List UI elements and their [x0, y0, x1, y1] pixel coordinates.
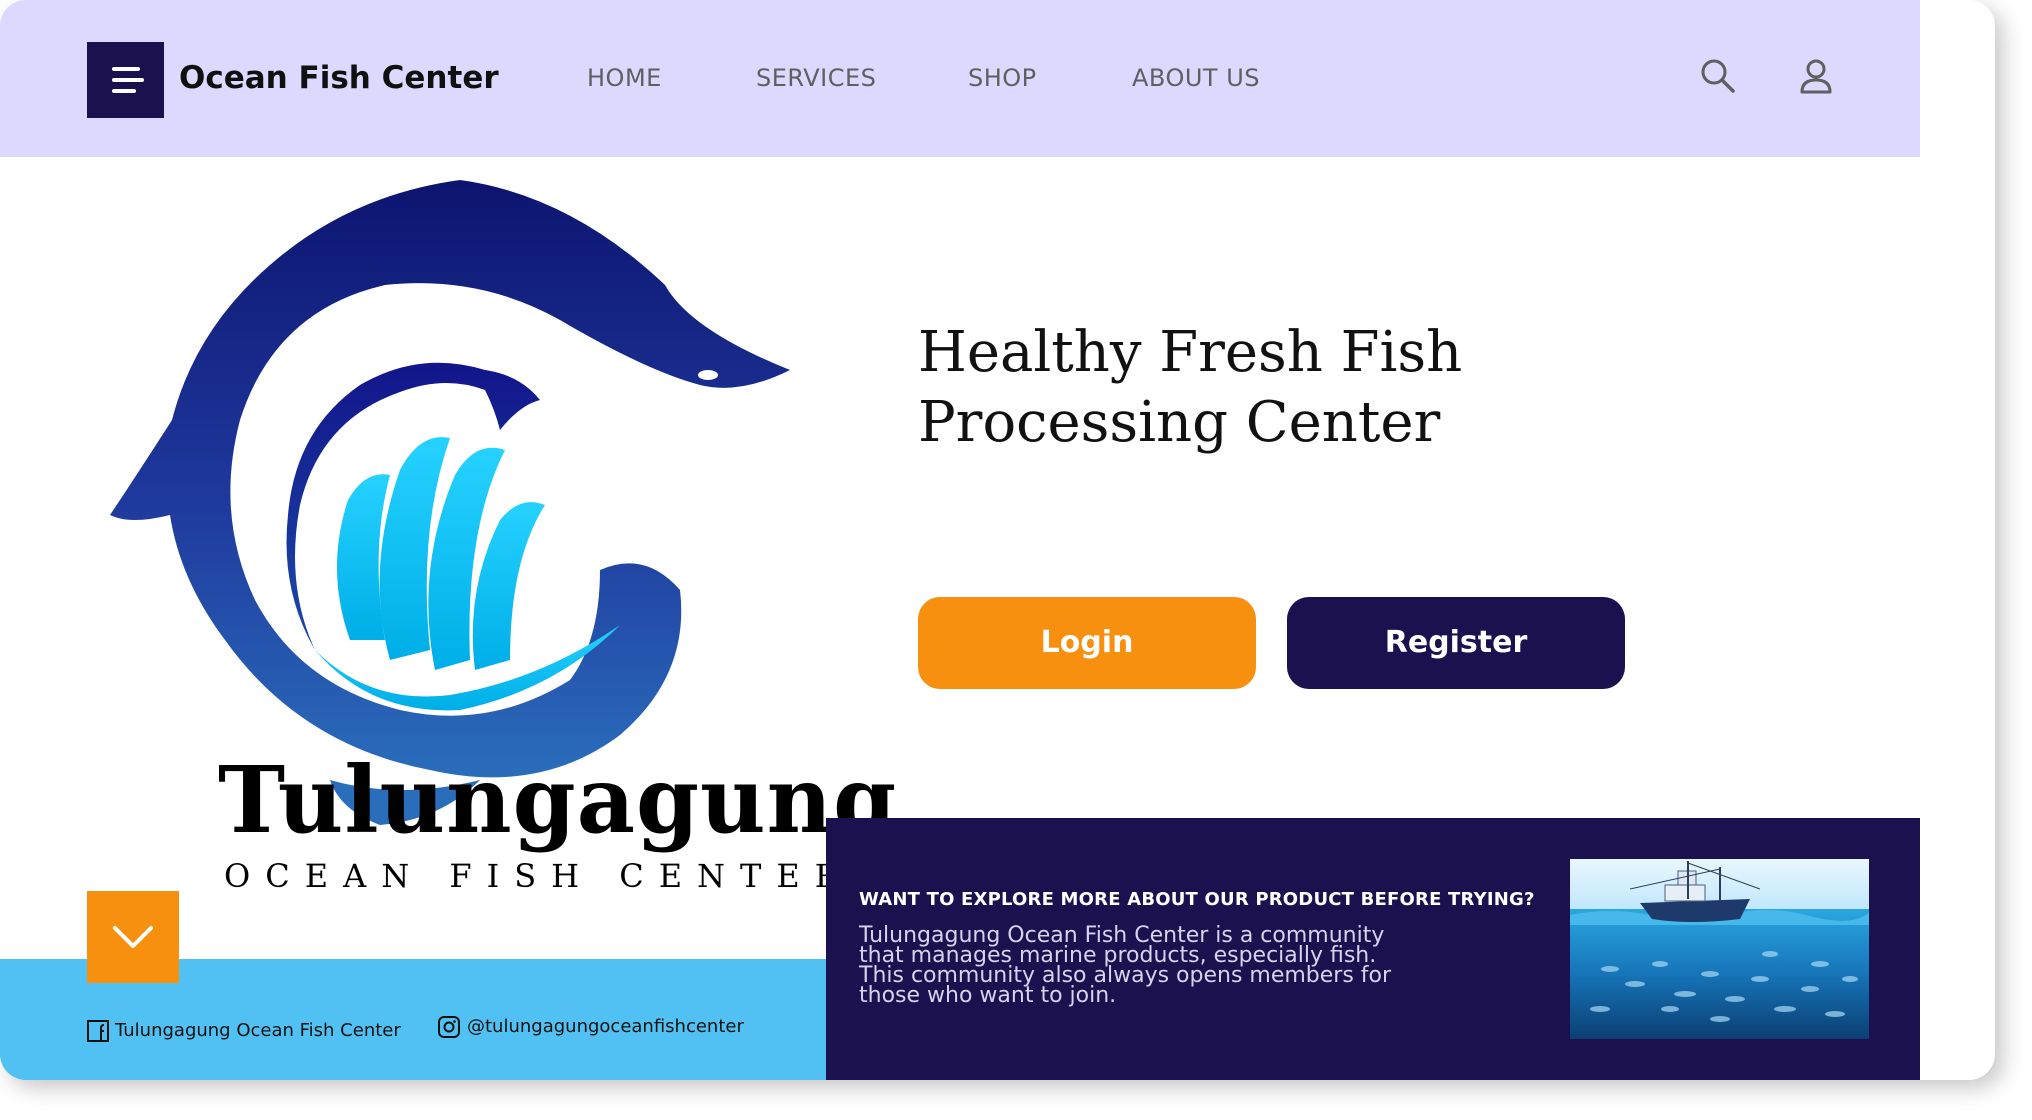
tulungagung-logo: Tulungagung OCEAN FISH CENTER [100, 170, 896, 900]
hero-headline-line-2: Processing Center [918, 390, 1441, 455]
hamburger-menu-icon [112, 67, 140, 71]
hamburger-menu-icon-line-3 [112, 89, 136, 93]
hero-headline-line-1: Healthy Fresh Fish [918, 320, 1463, 385]
page-card: Ocean Fish Center HOME SERVICES SHOP ABO… [0, 0, 1995, 1080]
fishing-boat-photo [1570, 859, 1869, 1039]
instagram-link[interactable]: @tulungagungoceanfishcenter [437, 1015, 744, 1039]
top-navigation-bar: Ocean Fish Center HOME SERVICES SHOP ABO… [0, 0, 1920, 157]
promo-description: Tulungagung Ocean Fish Center is a commu… [859, 925, 1459, 1008]
search-icon[interactable] [1698, 56, 1738, 96]
nav-services[interactable]: SERVICES [756, 64, 876, 92]
product-promo-panel: WANT TO EXPLORE MORE ABOUT OUR PRODUCT B… [826, 818, 1920, 1080]
brand-name[interactable]: Ocean Fish Center [179, 60, 499, 96]
nav-home[interactable]: HOME [587, 64, 662, 92]
nav-about-us[interactable]: ABOUT US [1132, 64, 1260, 92]
promo-title: WANT TO EXPLORE MORE ABOUT OUR PRODUCT B… [859, 889, 1535, 910]
instagram-label: @tulungagungoceanfishcenter [467, 1016, 744, 1037]
logo-title: Tulungagung [218, 746, 898, 854]
promo-text-line: those who want to join. [859, 983, 1117, 1008]
hamburger-menu-icon-line-2 [112, 78, 144, 82]
login-button[interactable]: Login [918, 597, 1256, 689]
user-icon[interactable] [1796, 56, 1836, 96]
scroll-down-button[interactable] [87, 891, 179, 983]
facebook-link[interactable]: Tulungagung Ocean Fish Center [87, 1020, 401, 1042]
fishing-boat-image[interactable] [1570, 859, 1869, 1039]
logo-subtitle: OCEAN FISH CENTER [224, 857, 854, 895]
nav-shop[interactable]: SHOP [968, 64, 1037, 92]
instagram-icon [438, 1016, 460, 1038]
facebook-icon [87, 1020, 109, 1042]
register-button[interactable]: Register [1287, 597, 1625, 689]
hero-headline: Healthy Fresh Fish Processing Center [918, 318, 1618, 458]
facebook-label: Tulungagung Ocean Fish Center [115, 1020, 401, 1041]
chevron-down-icon [113, 926, 153, 948]
menu-button[interactable] [87, 42, 164, 118]
